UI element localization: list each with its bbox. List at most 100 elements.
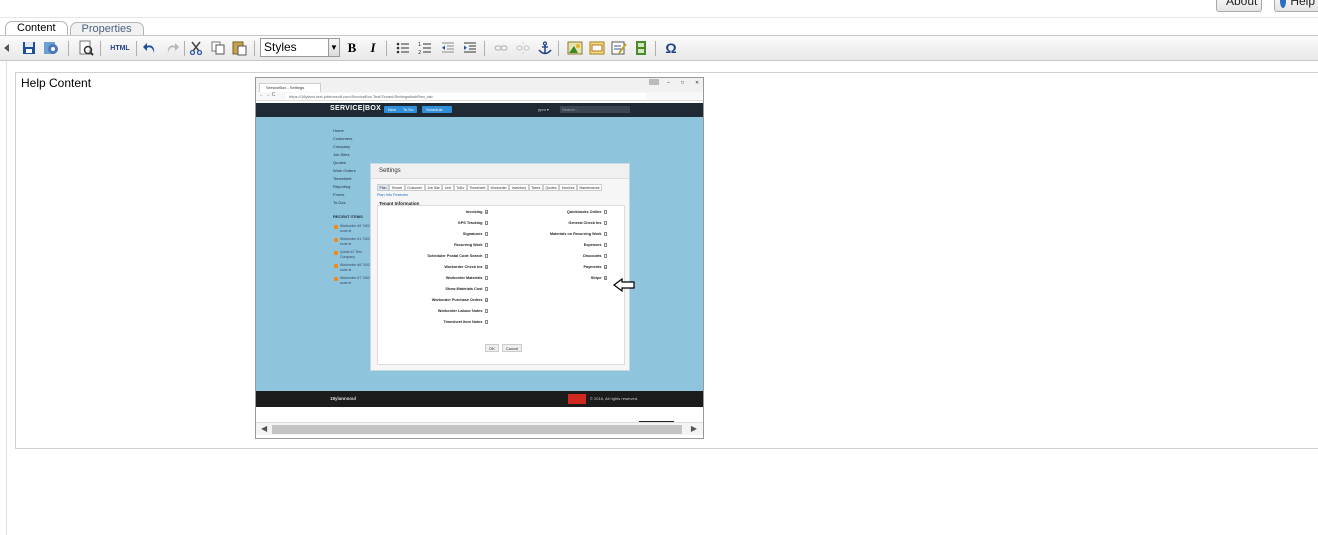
cancel-button: Cancel (501, 344, 523, 352)
option-label: Show Materials Cost (445, 287, 483, 291)
nav-item: Forms (333, 192, 345, 197)
settings-tab: Workorder (487, 184, 510, 191)
option-row: Discounts (583, 254, 607, 258)
option-label: Scheduler Postal Code Search (427, 254, 483, 258)
browser-chrome: ServiceBox - Settings – □ ✕ (256, 78, 703, 92)
flash-icon[interactable] (589, 40, 605, 56)
undo-icon[interactable] (142, 40, 158, 56)
option-row: Invoicing ✓ (466, 210, 488, 214)
settings-tab: Unit (442, 184, 454, 191)
settings-title: Settings (379, 168, 401, 174)
numbered-list-icon[interactable]: 12 (417, 40, 433, 56)
option-checkbox (603, 232, 607, 236)
horizontal-scrollbar[interactable]: ◀ ▶ (256, 422, 703, 435)
about-label: About (1226, 0, 1258, 8)
bulleted-list-icon[interactable] (395, 40, 411, 56)
source-html-icon[interactable]: HTML (110, 40, 130, 56)
nav-item: Customers (333, 136, 353, 141)
option-label: Recurring Work (454, 243, 483, 247)
link-icon[interactable] (493, 40, 509, 56)
preview-icon[interactable] (78, 40, 94, 56)
save-icon[interactable] (21, 40, 37, 56)
settings-tab: Quotes (542, 184, 560, 191)
toolbar-collapse-icon[interactable] (3, 40, 11, 56)
settings-tabs: Plan Tenant Customer Job Site Unit ToDo … (377, 184, 603, 191)
nav-arrows-icon: ← → C (259, 92, 276, 98)
redo-icon[interactable] (164, 40, 180, 56)
indent-icon[interactable] (462, 40, 478, 56)
chevron-down-icon[interactable]: ▼ (328, 38, 340, 57)
toolbar-separator (136, 41, 137, 56)
help-button[interactable]: Help (1274, 0, 1318, 12)
option-row: Recurring Work (454, 243, 488, 247)
styles-dropdown[interactable]: Styles ▼ (260, 38, 340, 57)
option-checkbox: ✓ (484, 298, 489, 303)
option-checkbox (603, 210, 607, 214)
embedded-screenshot[interactable]: ServiceBox - Settings – □ ✕ ← → C https:… (255, 77, 704, 439)
copy-icon[interactable] (210, 40, 226, 56)
option-label: Payments (583, 265, 602, 269)
bold-icon[interactable]: B (344, 40, 360, 56)
option-label: Quickbooks Online (566, 210, 602, 214)
option-label: GPS Tracking (457, 221, 483, 225)
recent-items: RECENT ITEMS Workorder #9 7402 sone st W… (333, 214, 373, 289)
new-pill: New (384, 106, 401, 113)
servicebox-header: SERVICE|BOX New To Do Schedule ppm ▾ Sea… (256, 103, 703, 117)
option-checkbox (484, 309, 488, 313)
outdent-icon[interactable] (440, 40, 456, 56)
tab-properties[interactable]: Properties (69, 22, 144, 36)
nav-item: Timesheet (333, 176, 352, 181)
tab-content[interactable]: Content (5, 21, 68, 36)
italic-icon[interactable]: I (365, 40, 381, 56)
option-label: Timesheet Item Notes (443, 320, 483, 324)
svg-text:1: 1 (418, 42, 421, 48)
option-checkbox: ✓ (603, 265, 608, 270)
close-icon: ✕ (695, 80, 700, 86)
recent-item: Workorder #8 7402 sone st (333, 263, 373, 276)
option-row: Workorder Materials (446, 276, 488, 280)
header-search: Search... (560, 106, 630, 113)
option-row: General Check Ins (568, 221, 607, 225)
image-icon[interactable] (567, 40, 583, 56)
ok-button: OK (485, 344, 499, 352)
option-label: Workorder Purchase Orders (431, 298, 483, 302)
scrollbar-thumb[interactable] (272, 425, 682, 434)
option-checkbox (603, 243, 607, 247)
about-button[interactable]: About (1216, 0, 1262, 12)
anchor-icon[interactable] (537, 40, 553, 56)
option-row: Show Materials Cost (445, 287, 488, 291)
toolbar-separator (68, 41, 69, 56)
option-row: Payments ✓ (584, 265, 607, 269)
form-icon[interactable] (611, 40, 627, 56)
nav-item: Company (333, 144, 351, 149)
toolbar-separator (100, 41, 101, 56)
option-checkbox (484, 276, 488, 280)
option-row: Scheduler Postal Code Search (427, 254, 488, 258)
save-template-icon[interactable] (43, 40, 59, 56)
paste-icon[interactable] (231, 40, 247, 56)
editor-toolbar: HTML Styles ▼ B I 12 Ω (0, 35, 1318, 61)
settings-tab: Timesheet (466, 184, 488, 191)
editor-left-border (6, 61, 7, 535)
settings-tab: Inventory (509, 184, 529, 191)
unlink-icon[interactable] (515, 40, 531, 56)
scroll-right-icon[interactable]: ▶ (691, 424, 697, 433)
editor-tabs: Content Properties (5, 21, 146, 36)
toolbar-separator (655, 41, 656, 56)
option-label: Expenses (583, 243, 602, 247)
media-icon[interactable] (633, 40, 649, 56)
scroll-left-icon[interactable]: ◀ (261, 424, 267, 433)
window-user-icon (649, 79, 659, 85)
settings-tab: Taxes (528, 184, 543, 191)
nav-item: Home (333, 128, 344, 133)
settings-tab: Tenant (389, 184, 405, 191)
help-label: Help (1290, 0, 1315, 8)
option-row: Stripe ✓ (591, 276, 607, 280)
option-label: Workorder Materials (445, 276, 483, 280)
cut-icon[interactable] (188, 40, 204, 56)
option-row: Workorder Labour Notes (438, 309, 488, 313)
special-char-icon[interactable]: Ω (663, 40, 679, 56)
jobboss-logo (568, 394, 586, 404)
option-checkbox: ✓ (484, 265, 489, 270)
option-label: Stripe (590, 276, 602, 280)
